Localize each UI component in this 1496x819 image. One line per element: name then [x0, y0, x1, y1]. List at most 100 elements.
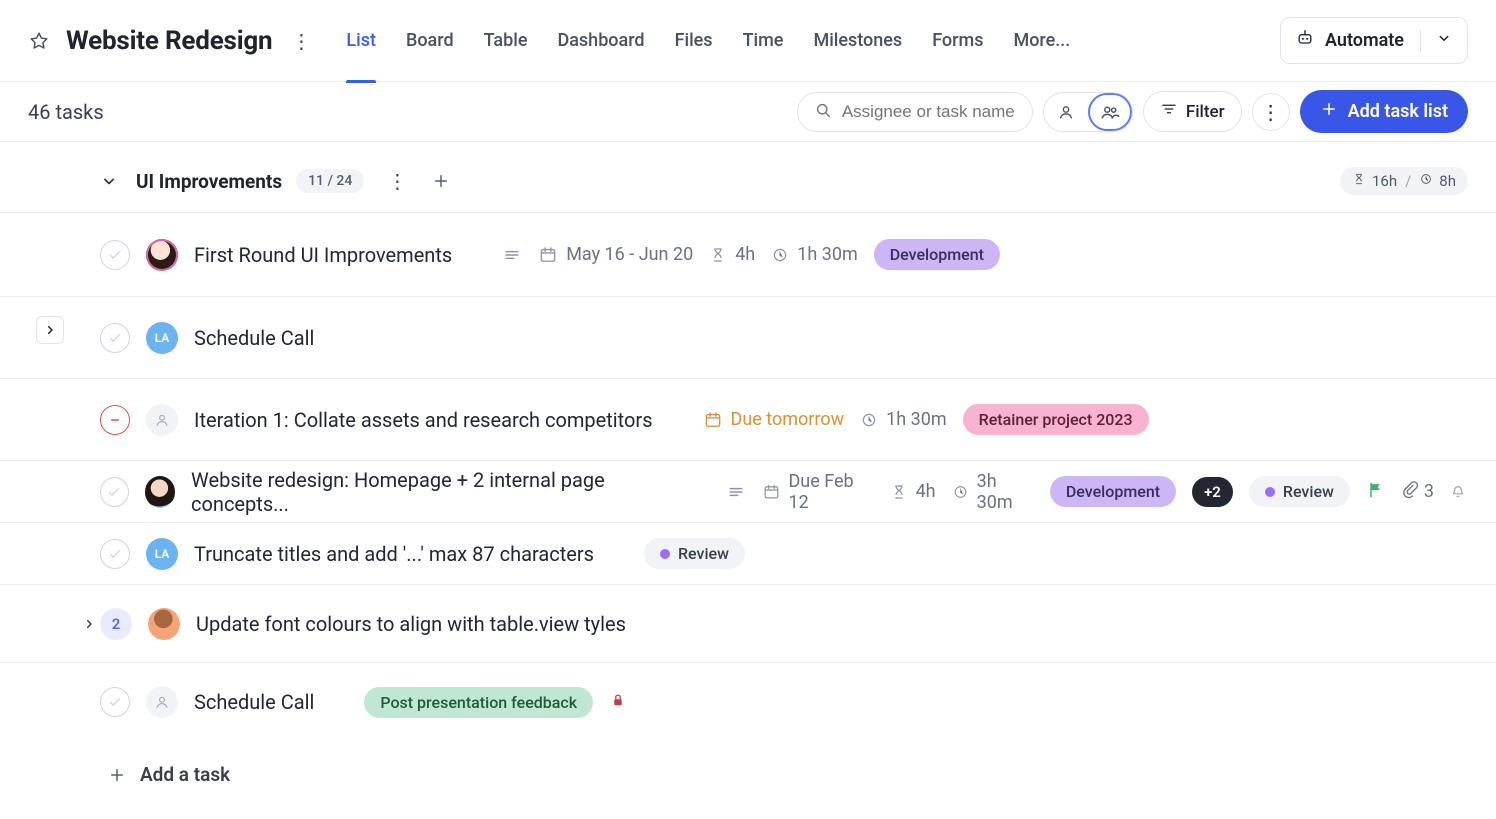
star-icon[interactable]	[28, 30, 50, 52]
task-tag[interactable]: Development	[874, 239, 1000, 270]
search-wrap[interactable]	[797, 92, 1033, 132]
tab-time[interactable]: Time	[743, 0, 784, 82]
status-dot	[660, 549, 670, 559]
task-row[interactable]: Website redesign: Homepage + 2 internal …	[0, 461, 1496, 523]
group-logged: 8h	[1439, 172, 1456, 190]
calendar-icon	[762, 482, 781, 502]
task-title: Website redesign: Homepage + 2 internal …	[191, 468, 682, 516]
task-status-toggle[interactable]	[100, 539, 130, 569]
clock-icon	[1419, 172, 1433, 190]
project-more-button[interactable]: ⋮	[286, 26, 316, 56]
task-due: Due tomorrow	[703, 409, 845, 430]
group-time-summary: 16h / 8h	[1340, 167, 1468, 195]
task-status-toggle[interactable]	[100, 477, 129, 507]
task-status-badge: Review	[1249, 476, 1350, 507]
content: UI Improvements 11 / 24 ⋮ 16h / 8h First…	[0, 142, 1496, 796]
project-title: Website Redesign	[66, 26, 272, 56]
search-input[interactable]	[842, 102, 1016, 122]
task-due: Due Feb 12	[762, 471, 874, 513]
task-row[interactable]: Schedule Call Post presentation feedback	[0, 663, 1496, 741]
group-add-task-button[interactable]	[426, 166, 456, 196]
tab-board[interactable]: Board	[406, 0, 454, 82]
calendar-icon	[538, 245, 558, 265]
subbar: 46 tasks Filter ⋮ Add task list	[0, 82, 1496, 142]
filter-icon	[1160, 100, 1178, 123]
tab-list[interactable]: List	[346, 0, 376, 82]
avatar[interactable]	[148, 608, 180, 640]
task-tag[interactable]: Post presentation feedback	[364, 687, 593, 718]
plus-icon	[108, 766, 126, 784]
task-title: Schedule Call	[194, 326, 314, 350]
bell-icon[interactable]	[1448, 480, 1468, 504]
task-title: Update font colours to align with table.…	[196, 612, 626, 636]
filter-label: Filter	[1186, 102, 1225, 122]
task-status-toggle[interactable]	[100, 687, 130, 717]
task-status-toggle[interactable]	[100, 405, 130, 435]
automate-button[interactable]: Automate	[1280, 17, 1468, 64]
task-rows: First Round UI Improvements May 16 - Jun…	[0, 212, 1496, 741]
tab-files[interactable]: Files	[675, 0, 713, 82]
list-more-button[interactable]: ⋮	[1252, 93, 1290, 131]
task-tag-overflow[interactable]: +2	[1192, 477, 1233, 507]
clock-icon	[860, 411, 878, 429]
add-task-button[interactable]: Add a task	[0, 741, 1496, 796]
group-header: UI Improvements 11 / 24 ⋮ 16h / 8h	[0, 142, 1496, 212]
group-more-button[interactable]: ⋮	[382, 166, 412, 196]
plus-icon	[1320, 100, 1338, 123]
avatar[interactable]	[146, 239, 178, 271]
task-status-toggle[interactable]	[100, 323, 130, 353]
subtask-count-badge[interactable]: 2	[100, 608, 132, 640]
status-dot	[1265, 487, 1275, 497]
clock-icon	[952, 483, 969, 501]
lock-icon	[609, 691, 627, 713]
task-dates: May 16 - Jun 20	[538, 244, 693, 265]
add-list-label: Add task list	[1348, 101, 1448, 122]
task-row[interactable]: Iteration 1: Collate assets and research…	[0, 379, 1496, 461]
avatar-unassigned[interactable]	[146, 404, 178, 436]
tab-forms[interactable]: Forms	[932, 0, 983, 82]
attachments[interactable]: 3	[1400, 479, 1434, 504]
avatar[interactable]: LA	[146, 538, 178, 570]
task-tag[interactable]: Retainer project 2023	[963, 404, 1149, 435]
avatar[interactable]: LA	[146, 322, 178, 354]
group-collapse-button[interactable]	[96, 168, 122, 194]
task-status-badge: Review	[644, 538, 745, 569]
task-status-toggle[interactable]	[100, 240, 130, 270]
task-row[interactable]: LA Schedule Call	[0, 297, 1496, 379]
task-estimate: 4h	[709, 244, 755, 265]
subtask-expand-button[interactable]	[78, 613, 100, 635]
separator: /	[1403, 172, 1413, 190]
task-title: First Round UI Improvements	[194, 243, 452, 267]
tab-milestones[interactable]: Milestones	[813, 0, 902, 82]
task-estimate: 4h	[890, 481, 936, 502]
hourglass-icon	[890, 483, 908, 501]
add-task-list-button[interactable]: Add task list	[1300, 90, 1468, 133]
task-row[interactable]: First Round UI Improvements May 16 - Jun…	[0, 213, 1496, 297]
chevron-down-icon	[1435, 29, 1453, 52]
group-title: UI Improvements	[136, 170, 282, 193]
separator	[1420, 30, 1421, 52]
avatar-unassigned[interactable]	[146, 686, 178, 718]
view-tabs: List Board Table Dashboard Files Time Mi…	[346, 0, 1070, 82]
flag-icon[interactable]	[1366, 480, 1386, 504]
assignee-toggle	[1043, 92, 1133, 132]
task-row[interactable]: LA Truncate titles and add '...' max 87 …	[0, 523, 1496, 585]
avatar[interactable]	[145, 476, 175, 508]
filter-button[interactable]: Filter	[1143, 91, 1242, 132]
tab-dashboard[interactable]: Dashboard	[557, 0, 644, 82]
task-tag[interactable]: Development	[1050, 476, 1176, 507]
hourglass-icon	[1352, 172, 1366, 190]
tab-more[interactable]: More...	[1013, 0, 1070, 82]
hourglass-icon	[709, 246, 727, 264]
assignee-all-button[interactable]	[1088, 93, 1132, 131]
robot-icon	[1295, 28, 1315, 53]
group-estimate: 16h	[1372, 172, 1397, 190]
tab-table[interactable]: Table	[484, 0, 528, 82]
automate-label: Automate	[1325, 30, 1404, 51]
task-row[interactable]: 2 Update font colours to align with tabl…	[0, 585, 1496, 663]
assignee-me-button[interactable]	[1044, 93, 1088, 131]
description-icon	[726, 482, 746, 502]
task-row-right: 3	[1366, 479, 1468, 504]
calendar-icon	[703, 410, 723, 430]
topbar-right: Automate	[1280, 17, 1468, 64]
